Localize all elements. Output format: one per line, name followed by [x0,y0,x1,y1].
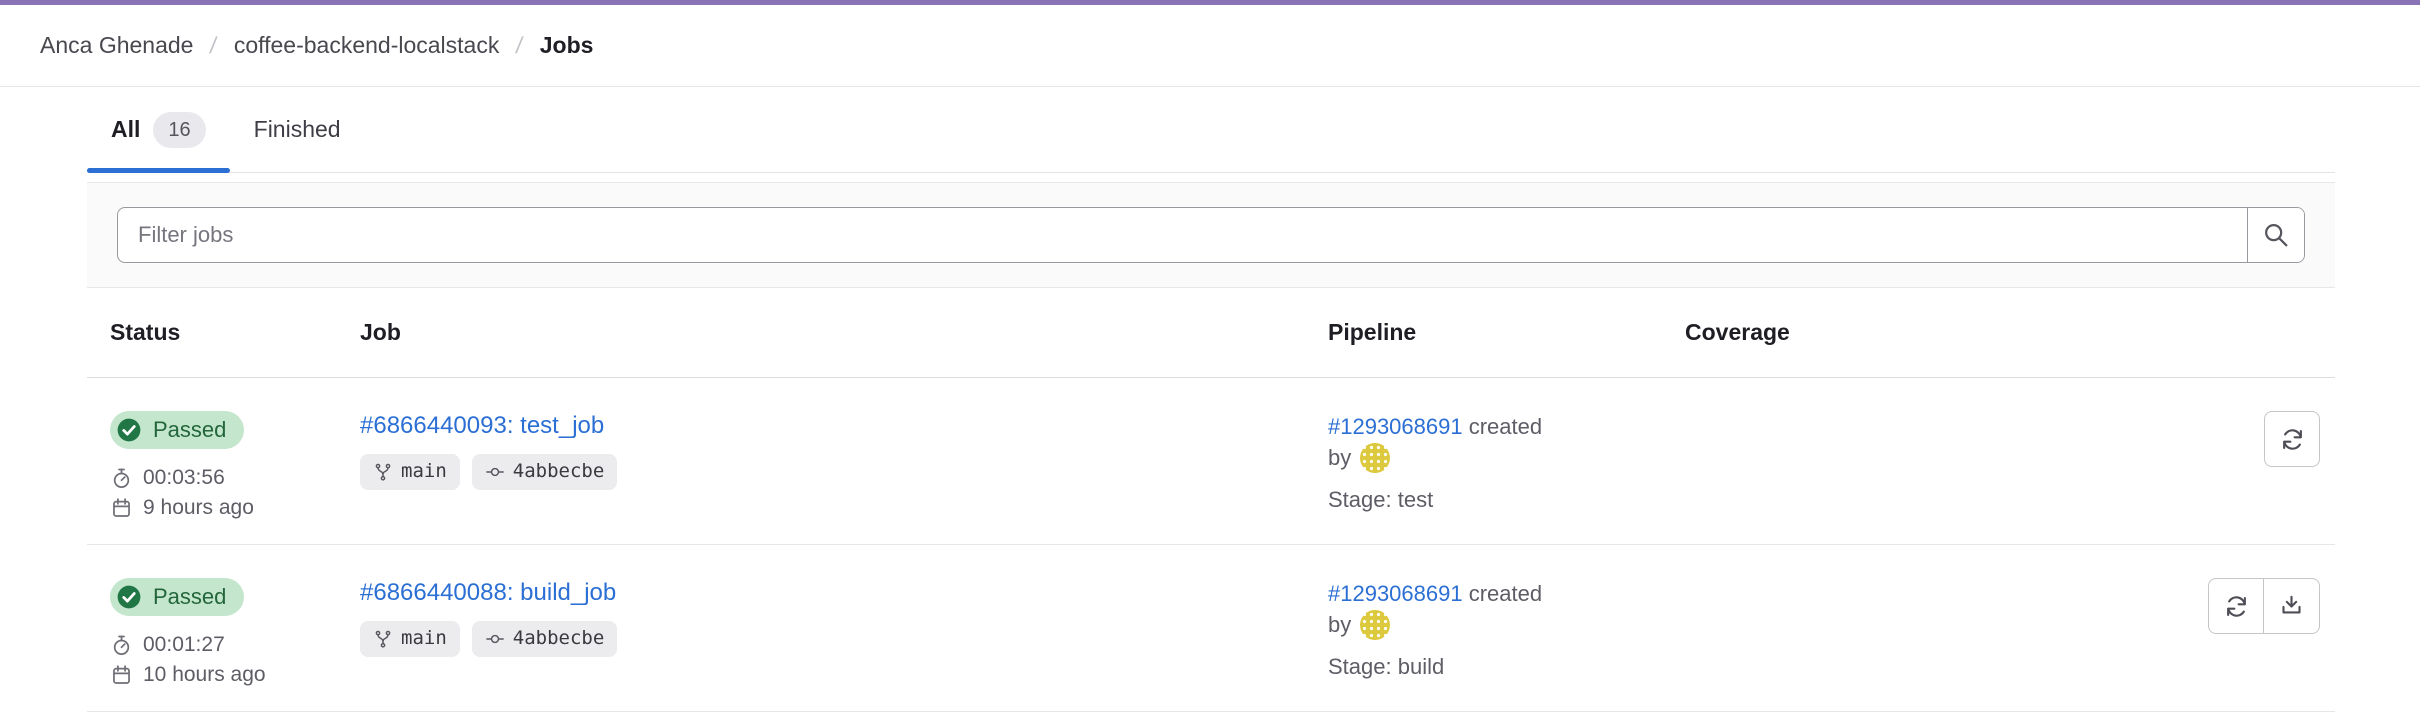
pipeline-by-line: by [1328,609,1685,640]
job-cell: #6866440088: build_job main 4abbecbe [360,578,1328,657]
commit-icon [485,629,505,649]
tab-all[interactable]: All 16 [87,87,230,172]
job-age-value: 10 hours ago [143,663,266,687]
status-passed-icon [115,583,143,611]
tab-finished-label: Finished [254,116,341,143]
breadcrumb-link-group[interactable]: Anca Ghenade [40,32,193,59]
breadcrumb-link-project[interactable]: coffee-backend-localstack [234,32,500,59]
pipeline-created-label: created [1469,581,1542,606]
avatar[interactable] [1360,443,1390,473]
pipeline-link[interactable]: #1293068691 [1328,414,1463,439]
timer-icon [110,467,133,490]
jobs-page: All 16 Finished Status Job Pipeline Cove… [87,87,2335,712]
search-button[interactable] [2247,208,2304,262]
status-label: Passed [153,419,226,441]
search-icon [2261,220,2291,250]
job-duration: 00:01:27 [110,630,360,660]
job-age-value: 9 hours ago [143,496,254,520]
pipeline-created-line: #1293068691 created [1328,411,1685,442]
branch-icon [373,629,393,649]
calendar-icon [110,497,133,520]
table-row: Passed 00:03:56 9 hours ago #6866440093:… [87,378,2335,545]
jobs-tabs: All 16 Finished [87,87,2335,173]
avatar[interactable] [1360,610,1390,640]
table-header-row: Status Job Pipeline Coverage [87,288,2335,378]
status-label: Passed [153,586,226,608]
actions-cell [2264,411,2335,467]
breadcrumb: Anca Ghenade / coffee-backend-localstack… [0,5,2420,87]
retry-job-button[interactable] [2208,578,2264,634]
filter-jobs-group [117,207,2305,263]
pipeline-by-line: by [1328,442,1685,473]
retry-icon [2223,593,2250,620]
column-header-coverage: Coverage [1685,319,2090,346]
commit-sha-badge[interactable]: 4abbecbe [472,454,618,490]
pipeline-cell: #1293068691 created by Stage: build [1328,578,1685,682]
pipeline-stage: Stage: test [1328,484,1685,515]
column-header-job: Job [360,319,1328,346]
job-age: 9 hours ago [110,493,360,523]
status-cell: Passed 00:03:56 9 hours ago [110,411,360,523]
job-cell: #6866440093: test_job main 4abbecbe [360,411,1328,490]
pipeline-created-label: created [1469,414,1542,439]
pipeline-cell: #1293068691 created by Stage: test [1328,411,1685,515]
filter-panel [87,182,2335,288]
retry-icon [2279,426,2306,453]
job-actions-group [2208,578,2320,634]
download-artifacts-button[interactable] [2264,578,2320,634]
pipeline-by-label: by [1328,442,1351,473]
job-duration-value: 00:01:27 [143,633,225,657]
status-badge[interactable]: Passed [110,411,244,449]
status-badge[interactable]: Passed [110,578,244,616]
actions-cell [2208,578,2335,634]
calendar-icon [110,664,133,687]
ref-branch-badge[interactable]: main [360,454,460,490]
job-duration-value: 00:03:56 [143,466,225,490]
filter-jobs-input[interactable] [118,208,2247,262]
job-duration: 00:03:56 [110,463,360,493]
ref-branch-badge[interactable]: main [360,621,460,657]
job-link[interactable]: #6866440093: test_job [360,411,604,441]
breadcrumb-separator: / [209,32,219,59]
breadcrumb-separator: / [514,32,524,59]
pipeline-stage: Stage: build [1328,651,1685,682]
pipeline-by-label: by [1328,609,1351,640]
tab-all-label: All [111,116,140,143]
column-header-pipeline: Pipeline [1328,319,1685,346]
tab-finished[interactable]: Finished [230,87,365,172]
ref-branch-name: main [401,461,447,483]
timer-icon [110,634,133,657]
commit-sha: 4abbecbe [513,461,605,483]
pipeline-created-line: #1293068691 created [1328,578,1685,609]
status-passed-icon [115,416,143,444]
job-link[interactable]: #6866440088: build_job [360,578,616,608]
column-header-status: Status [110,319,360,346]
job-age: 10 hours ago [110,660,360,690]
commit-icon [485,462,505,482]
status-cell: Passed 00:01:27 10 hours ago [110,578,360,690]
tab-all-count-badge: 16 [153,112,205,148]
commit-sha: 4abbecbe [513,628,605,650]
breadcrumb-current-page: Jobs [540,32,594,59]
pipeline-link[interactable]: #1293068691 [1328,581,1463,606]
retry-job-button[interactable] [2264,411,2320,467]
branch-icon [373,462,393,482]
commit-sha-badge[interactable]: 4abbecbe [472,621,618,657]
download-icon [2278,593,2305,620]
table-row: Passed 00:01:27 10 hours ago #6866440088… [87,545,2335,712]
ref-branch-name: main [401,628,447,650]
